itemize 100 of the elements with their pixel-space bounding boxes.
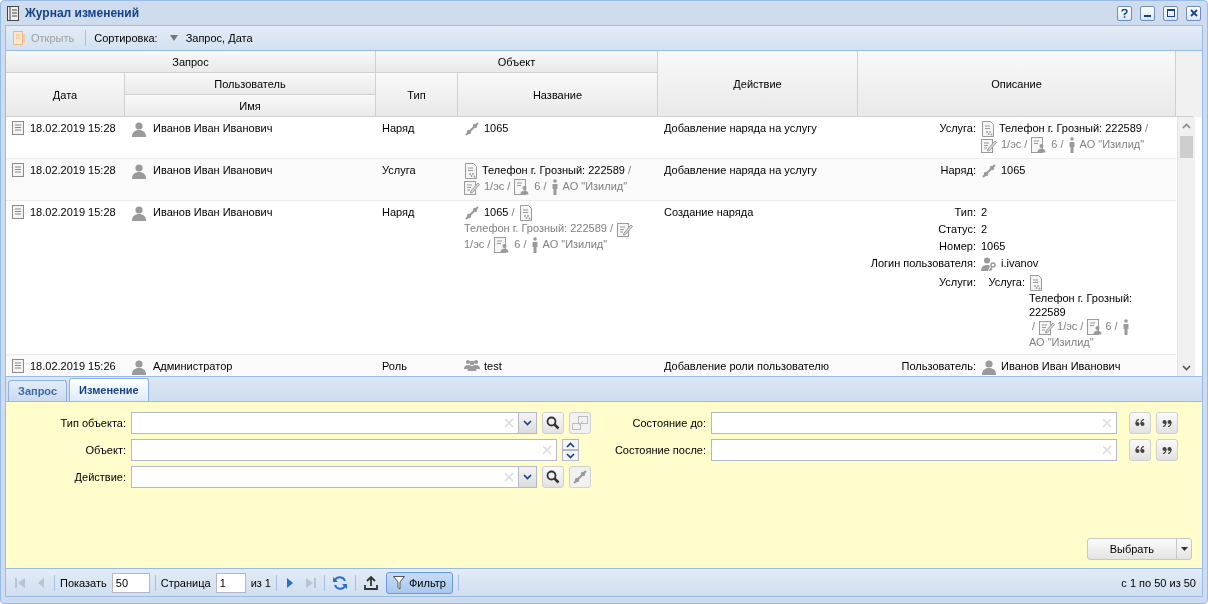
property-label: Услуга: [938, 121, 976, 136]
property-value: 2 [981, 223, 988, 235]
scroll-down-icon [1182, 364, 1191, 371]
object-name: 6 [1051, 137, 1058, 151]
action-cell: Добавление наряда на услугу [664, 122, 817, 134]
object-name: АО "Изилид" [1029, 335, 1094, 349]
combo-field[interactable] [131, 412, 537, 434]
path-separator: / [1024, 137, 1028, 151]
path-separator: / [627, 163, 631, 177]
filter-button[interactable]: Фильтр [386, 571, 453, 594]
person-icon [981, 359, 997, 375]
property-label: Логин пользователя: [869, 256, 976, 271]
close-quote-button[interactable] [1156, 439, 1178, 461]
maximize-button[interactable] [1163, 5, 1178, 21]
spinner-control[interactable] [562, 439, 579, 461]
chain-icon [572, 469, 588, 485]
dotted-document-icon [464, 163, 478, 179]
object-name: АО "Изилид" [542, 237, 608, 251]
select-button[interactable]: Выбрать [1086, 538, 1192, 560]
pencil-document-icon [981, 137, 997, 153]
action-cell: Добавление наряда на услугу [664, 164, 817, 176]
close-quote-icon [1162, 419, 1172, 427]
object-name: 1065 [484, 205, 509, 219]
property-label: Пользователь: [900, 359, 976, 374]
sort-descending-icon[interactable] [169, 35, 178, 41]
column-header: Тип [376, 73, 458, 117]
document-icon [12, 163, 24, 177]
object-name: 1/эс [1001, 137, 1022, 151]
object-name: 6 [1105, 319, 1112, 333]
page-size-field[interactable]: 50 [111, 572, 150, 593]
caret-icon [1180, 547, 1188, 551]
field-label: Состояние после: [613, 444, 706, 456]
object-name: Иванов Иван Иванович [1001, 359, 1121, 373]
dotted-document-icon [1029, 275, 1043, 291]
close-icon [1189, 9, 1198, 17]
path-separator: / [487, 237, 491, 251]
search-icon [546, 416, 560, 430]
path-separator: / [1032, 319, 1036, 333]
sort-value[interactable]: Запрос, Дата [185, 32, 253, 44]
path-separator: / [1144, 121, 1148, 135]
object-name: 1065 [1001, 163, 1026, 177]
document-person-icon [494, 237, 511, 253]
text-field[interactable] [131, 439, 557, 461]
standing-figure-icon [1121, 319, 1130, 335]
clear-icon[interactable] [504, 418, 514, 428]
upload-icon [363, 574, 379, 591]
close-button[interactable] [1186, 5, 1201, 21]
help-button[interactable] [1117, 5, 1132, 21]
object-name: Телефон г. Грозный: 222589 [1029, 291, 1134, 319]
minimize-button[interactable] [1140, 5, 1155, 21]
page-number-field[interactable]: 1 [215, 572, 246, 593]
column-header: Дата [6, 73, 125, 117]
text-field[interactable] [711, 439, 1117, 461]
scrollbar-thumb[interactable] [1180, 136, 1193, 158]
object-name: 6 [514, 237, 521, 251]
search-icon [546, 470, 560, 484]
open-quote-icon [1135, 446, 1145, 454]
column-header: Имя [125, 95, 376, 117]
text-field[interactable] [711, 412, 1117, 434]
object-name: АО "Изилид" [562, 179, 628, 193]
pencil-document-icon [1039, 319, 1056, 335]
scroll-up-icon [1182, 122, 1191, 129]
search-button[interactable] [542, 412, 564, 434]
date-cell: 18.02.2019 15:28 [30, 205, 116, 219]
field-label: Состояние до: [631, 417, 706, 429]
standing-figure-icon [550, 179, 559, 195]
paging-summary: с 1 по 50 из 50 [1121, 576, 1196, 589]
property-label: Номер: [938, 239, 976, 253]
type-cell: Услуга [382, 164, 416, 176]
open-quote-button[interactable] [1129, 439, 1151, 461]
standing-figure-icon [530, 237, 539, 253]
object-name: 6 [534, 179, 541, 193]
path-separator: / [511, 205, 515, 219]
action-cell: Создание наряда [664, 206, 754, 218]
scrollbar[interactable] [1177, 117, 1195, 376]
clear-icon[interactable] [1102, 418, 1112, 428]
clear-icon[interactable] [1102, 445, 1112, 455]
close-quote-button[interactable] [1156, 412, 1178, 434]
chain-icon [464, 205, 480, 221]
help-icon [1121, 8, 1128, 18]
dotted-document-icon [981, 121, 995, 137]
tab[interactable]: Запрос [8, 380, 68, 401]
search-button[interactable] [542, 466, 564, 488]
date-cell: 18.02.2019 15:28 [30, 121, 116, 135]
funnel-icon [393, 575, 405, 590]
clear-icon[interactable] [504, 472, 514, 482]
open-quote-button[interactable] [1129, 412, 1151, 434]
column-group-header: Запрос [6, 51, 376, 73]
clear-icon[interactable] [542, 445, 552, 455]
property-label: Услуга: [987, 275, 1025, 290]
column-group-header: Пользователь [125, 73, 376, 95]
column-header: Действие [658, 51, 858, 117]
action-cell: Добавление роли пользователю [664, 360, 829, 372]
tab[interactable]: Изменение [69, 378, 149, 401]
document-icon [13, 31, 27, 45]
people-icon [464, 359, 480, 371]
user-name-cell: Иванов Иван Иванович [153, 205, 273, 219]
combo-field[interactable] [131, 466, 537, 488]
column-header: Название [458, 73, 658, 117]
person-icon [131, 163, 147, 179]
